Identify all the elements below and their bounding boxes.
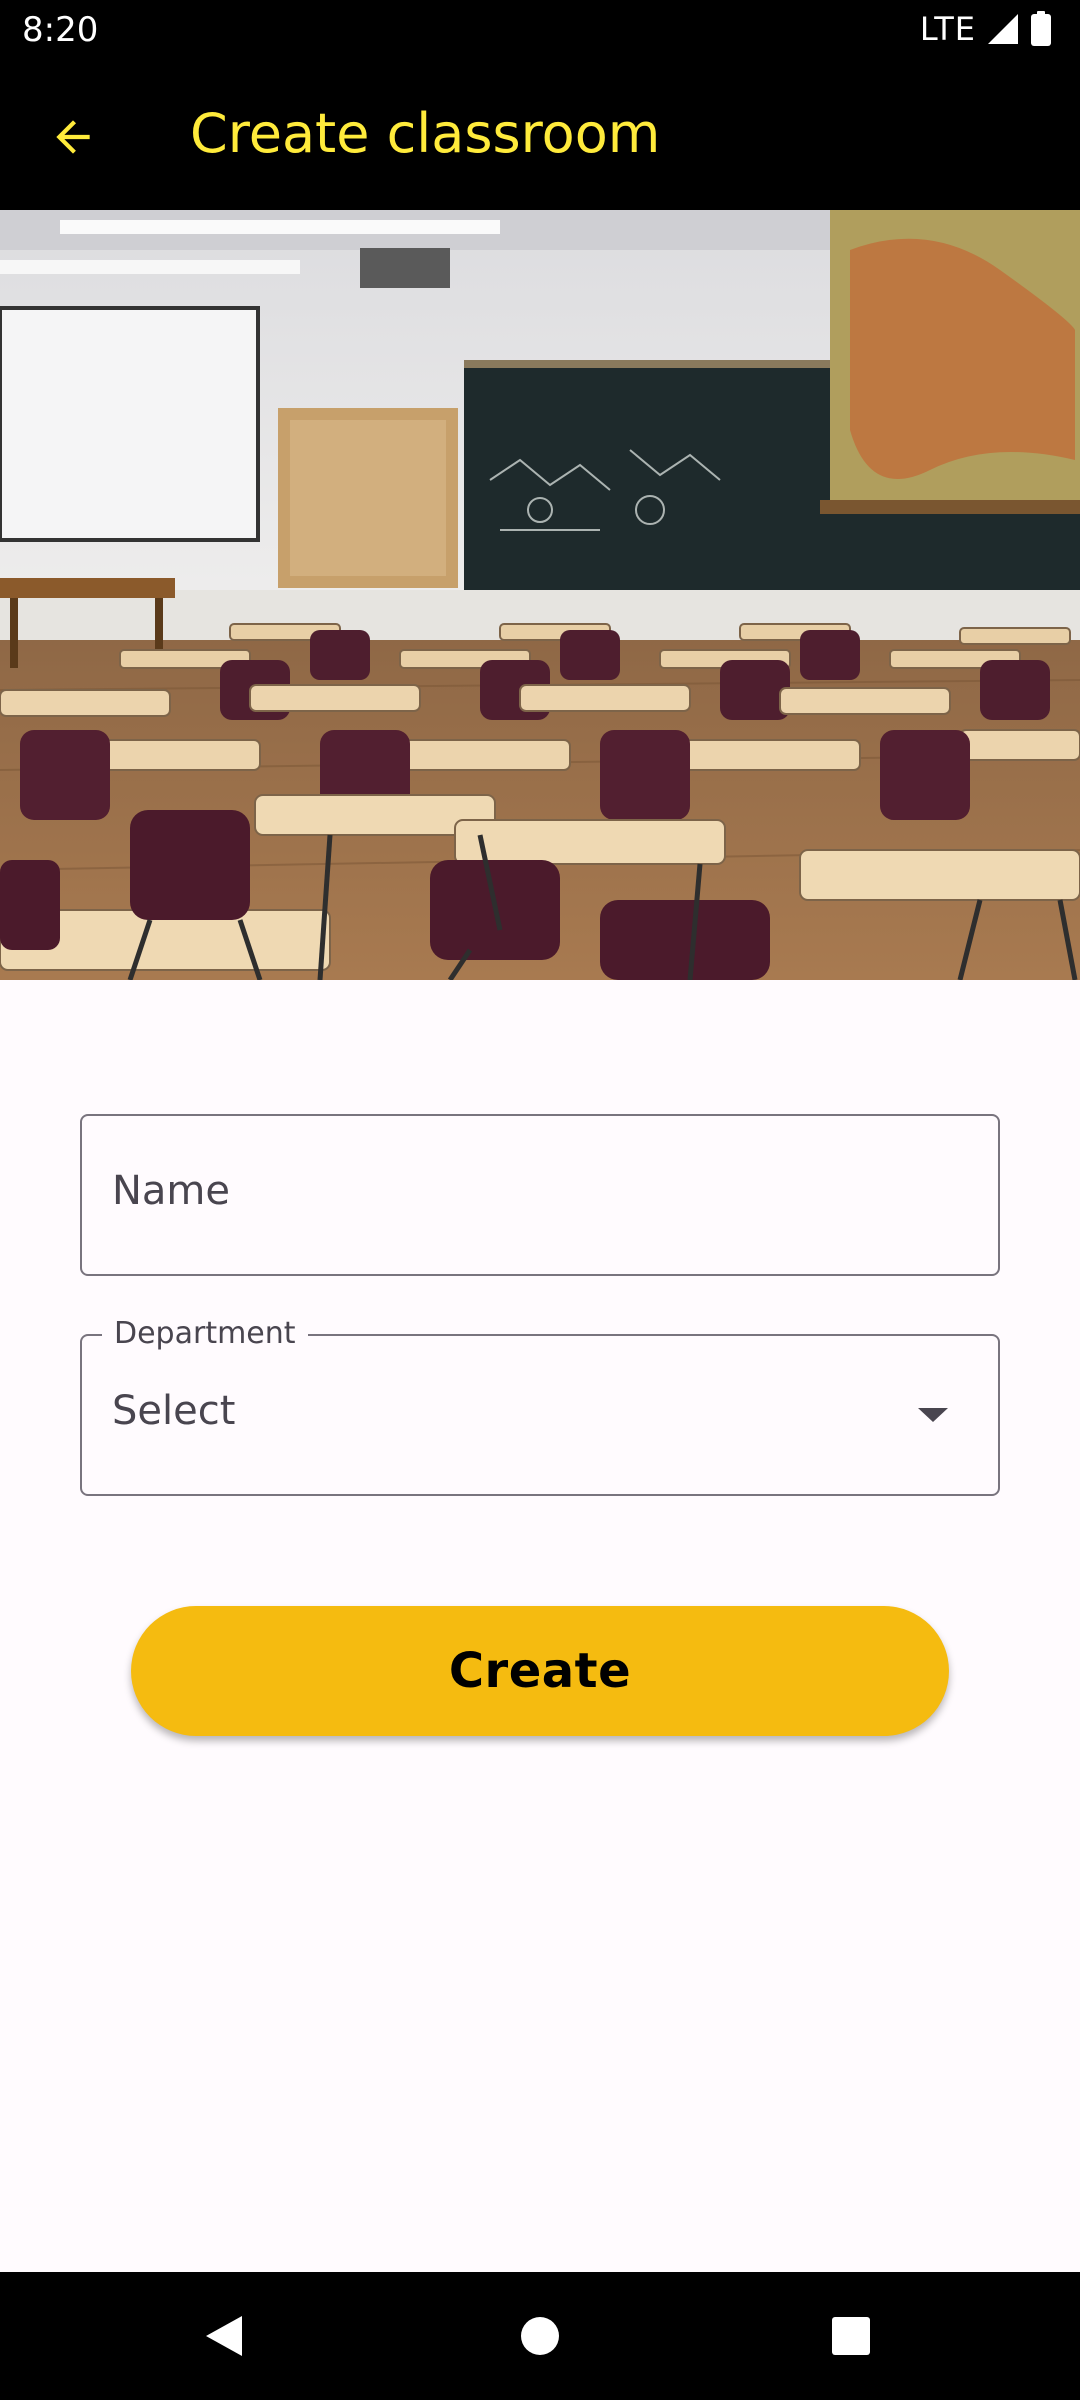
signal-icon: [988, 14, 1018, 44]
system-nav-bar: [0, 2272, 1080, 2400]
arrow-left-icon: [56, 120, 90, 154]
network-type: LTE: [919, 10, 976, 48]
status-time: 8:20: [22, 10, 99, 50]
back-button[interactable]: [36, 100, 110, 174]
name-field[interactable]: Name: [80, 1114, 1000, 1276]
home-circle-icon: [521, 2317, 559, 2355]
app-bar: Create classroom: [0, 64, 1080, 210]
create-classroom-screen: 8:20 LTE Create classroom Name Departmen…: [0, 0, 1080, 2400]
department-selected-value: Select: [112, 1388, 236, 1434]
recents-square-icon: [832, 2317, 870, 2355]
classroom-illustration: [0, 210, 1080, 980]
page-title: Create classroom: [190, 102, 661, 165]
department-dropdown[interactable]: Department Select: [80, 1316, 1000, 1496]
dropdown-arrow-icon[interactable]: [918, 1408, 948, 1422]
nav-home-button[interactable]: [504, 2300, 576, 2372]
department-label: Department: [102, 1316, 308, 1351]
name-placeholder: Name: [112, 1168, 231, 1214]
battery-icon: [1031, 11, 1051, 46]
nav-back-button[interactable]: [188, 2300, 260, 2372]
nav-recents-button[interactable]: [815, 2300, 887, 2372]
status-indicators: LTE: [920, 10, 1052, 48]
create-button[interactable]: Create: [131, 1606, 949, 1736]
classroom-photo: [0, 210, 1080, 980]
status-bar: 8:20 LTE: [0, 0, 1080, 64]
back-triangle-icon: [206, 2316, 242, 2356]
create-button-label: Create: [448, 1643, 632, 1699]
